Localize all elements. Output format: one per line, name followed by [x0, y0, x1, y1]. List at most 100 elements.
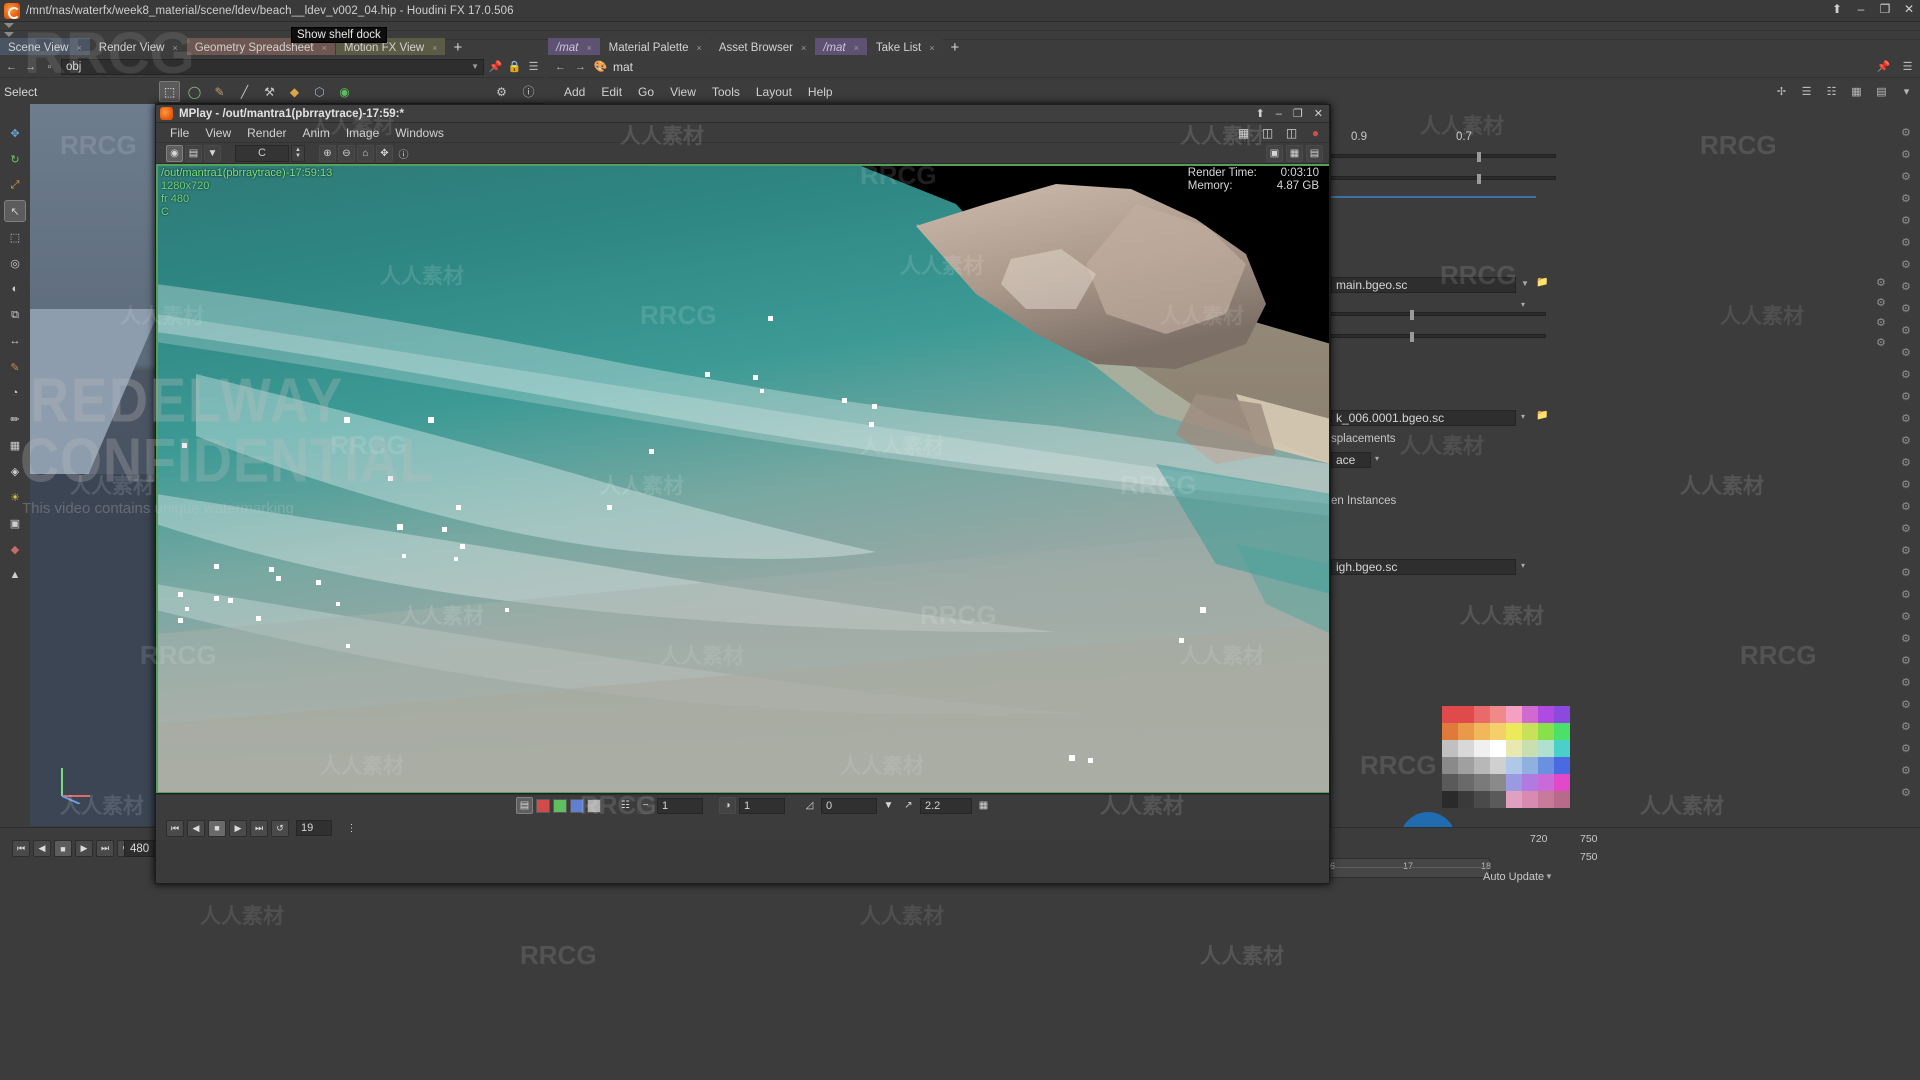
chevron-down-icon[interactable]: ▾ — [1521, 300, 1525, 309]
palette-swatch[interactable] — [1490, 723, 1506, 740]
compare-icon[interactable]: ◫ — [1260, 125, 1275, 140]
palette-swatch[interactable] — [1490, 774, 1506, 791]
palette-swatch[interactable] — [1522, 706, 1538, 723]
material-icon[interactable]: ◆ — [284, 81, 305, 102]
palette-swatch[interactable] — [1442, 706, 1458, 723]
align-icon[interactable]: ☰ — [1799, 84, 1814, 99]
gamma-icon[interactable]: ◿ — [801, 797, 818, 814]
scale-tool-icon[interactable]: ⤢ — [4, 174, 26, 196]
mplay-last-frame-button[interactable]: ⏭ — [250, 819, 268, 837]
maximize-icon[interactable]: ❐ — [1293, 107, 1303, 120]
param-value-1[interactable]: 0.9 — [1351, 129, 1367, 145]
channel-spinner[interactable]: ▲ ▼ — [291, 144, 305, 162]
palette-swatch[interactable] — [1474, 723, 1490, 740]
back-icon[interactable]: ← — [553, 59, 568, 74]
gear-icon[interactable]: ⚙ — [1901, 588, 1911, 601]
param-file-field-2[interactable]: k_006.0001.bgeo.sc — [1331, 410, 1516, 426]
network-menu-go[interactable]: Go — [638, 85, 654, 99]
view-tool-icon[interactable]: ◎ — [4, 252, 26, 274]
gear-icon[interactable]: ⚙ — [1901, 434, 1911, 447]
pin-icon[interactable]: 📌 — [1876, 59, 1891, 74]
gear-icon[interactable]: ⚙ — [1901, 456, 1911, 469]
home-view-icon[interactable]: ⌂ — [357, 144, 374, 162]
viewport-toolbar[interactable]: ⬚ ◯ ✎ ╱ ⚒ ◆ ⬡ ◉ ⚙ ⓘ — [155, 80, 545, 104]
close-icon[interactable]: ✕ — [1902, 2, 1916, 16]
help-icon[interactable]: ⓘ — [518, 81, 539, 102]
lasso-icon[interactable]: ◯ — [184, 81, 205, 102]
mplay-playbar[interactable]: ⏮ ◀ ■ ▶ ⏭ ↺ 19 ⋮ — [156, 816, 1329, 840]
mplay-menu-bar[interactable]: File View Render Anim Image Windows ▦ ◫ ◫ ● — [156, 123, 1329, 143]
mplay-menu-image[interactable]: Image — [346, 126, 379, 140]
line-icon[interactable]: ╱ — [234, 81, 255, 102]
paint-icon[interactable]: ✎ — [4, 356, 26, 378]
palette-swatch[interactable] — [1538, 774, 1554, 791]
palette-swatch[interactable] — [1522, 757, 1538, 774]
mplay-stop-button[interactable]: ■ — [208, 819, 226, 837]
palette-swatch[interactable] — [1490, 740, 1506, 757]
last-frame-button[interactable]: ⏭ — [96, 840, 114, 857]
list-icon[interactable]: ☰ — [526, 59, 541, 74]
mplay-menu-icons[interactable]: ▦ ◫ ◫ ● — [1236, 125, 1329, 140]
network-menu-help[interactable]: Help — [808, 85, 833, 99]
param-file-field-1[interactable]: main.bgeo.sc — [1331, 277, 1516, 293]
curve-icon[interactable]: ↗ — [900, 797, 917, 814]
measure-icon[interactable]: ↔ — [4, 330, 26, 352]
auto-update-label[interactable]: Auto Update — [1483, 871, 1544, 883]
gear-icon[interactable]: ⚙ — [1901, 764, 1911, 777]
mplay-loop-button[interactable]: ↺ — [271, 819, 289, 837]
mplay-menu-view[interactable]: View — [205, 126, 231, 140]
mplay-window-controls[interactable]: ⬆ – ❐ ✕ — [1256, 107, 1329, 121]
brush-icon[interactable]: ✎ — [209, 81, 230, 102]
pin-icon[interactable]: 📌 — [488, 59, 503, 74]
blue-channel-swatch[interactable] — [570, 798, 584, 813]
palette-swatch[interactable] — [1554, 723, 1570, 740]
first-frame-button[interactable]: ⏮ — [12, 840, 30, 857]
channel-field[interactable]: C — [235, 144, 289, 162]
param-slider-2[interactable] — [1331, 174, 1556, 184]
param-slider-4[interactable] — [1331, 332, 1546, 342]
contrast-icon[interactable]: ◑ — [719, 797, 736, 814]
gear-icon[interactable]: ⚙ — [1901, 720, 1911, 733]
palette-swatch[interactable] — [1506, 723, 1522, 740]
palette-swatch[interactable] — [1538, 757, 1554, 774]
snap-icon[interactable]: ⧉ — [4, 304, 26, 326]
minimize-icon[interactable]: – — [1854, 2, 1868, 16]
grid-view-icon[interactable]: ▦ — [1849, 84, 1864, 99]
layout-1-icon[interactable]: ▣ — [1266, 144, 1283, 162]
desktop-tabs-right[interactable]: /mat × Material Palette × Asset Browser ×/mat… — [548, 38, 1920, 55]
mplay-display-controls[interactable]: ▤ ☷ − 1 ◑ 1 ◿ 0 ▼ ↗ 2.2 ▦ — [156, 794, 1329, 816]
gear-icon[interactable]: ⚙ — [1901, 742, 1911, 755]
chevron-down-icon[interactable]: ▾ — [1521, 561, 1525, 570]
palette-swatch[interactable] — [1554, 757, 1570, 774]
palette-swatch[interactable] — [1474, 757, 1490, 774]
mplay-menu-anim[interactable]: Anim — [303, 126, 330, 140]
tab-material-palette[interactable]: Material Palette × — [600, 38, 710, 55]
primitive-icon[interactable]: ⬡ — [309, 81, 330, 102]
grid-icon[interactable]: ▦ — [975, 797, 992, 814]
gear-icon[interactable]: ⚙ — [1901, 214, 1911, 227]
tab-asset-browser[interactable]: Asset Browser × — [710, 38, 815, 55]
window-controls[interactable]: ⬆ – ❐ ✕ — [1830, 2, 1916, 16]
tab-take-list[interactable]: Take List × — [867, 38, 943, 55]
palette-swatch[interactable] — [1458, 706, 1474, 723]
color-correct-icon[interactable]: ▼ — [204, 144, 221, 162]
select-tool-icon[interactable]: ↖ — [4, 200, 26, 222]
add-tab-button[interactable]: + — [944, 40, 967, 55]
chevron-down-icon[interactable]: ▼ — [1545, 872, 1553, 881]
gamma-field[interactable]: 2.2 — [920, 797, 972, 814]
param-slider-3[interactable] — [1331, 310, 1546, 320]
palette-swatch[interactable] — [1442, 791, 1458, 808]
gear-icon[interactable]: ⚙ — [1901, 302, 1911, 315]
shelf-collapse-strip-1[interactable] — [0, 22, 1920, 31]
handle-tool-icon[interactable]: ⬚ — [4, 226, 26, 248]
exposure-field[interactable]: 1 — [657, 797, 703, 814]
palette-swatch[interactable] — [1442, 757, 1458, 774]
info-icon[interactable]: ⓘ — [395, 145, 412, 162]
palette-swatch[interactable] — [1458, 723, 1474, 740]
close-icon[interactable]: × — [854, 43, 859, 53]
forward-icon[interactable]: → — [573, 59, 588, 74]
mplay-first-frame-button[interactable]: ⏮ — [166, 819, 184, 837]
sphere-preview-icon[interactable]: ◉ — [166, 144, 183, 162]
palette-swatch[interactable] — [1474, 706, 1490, 723]
close-icon[interactable]: × — [432, 43, 437, 53]
